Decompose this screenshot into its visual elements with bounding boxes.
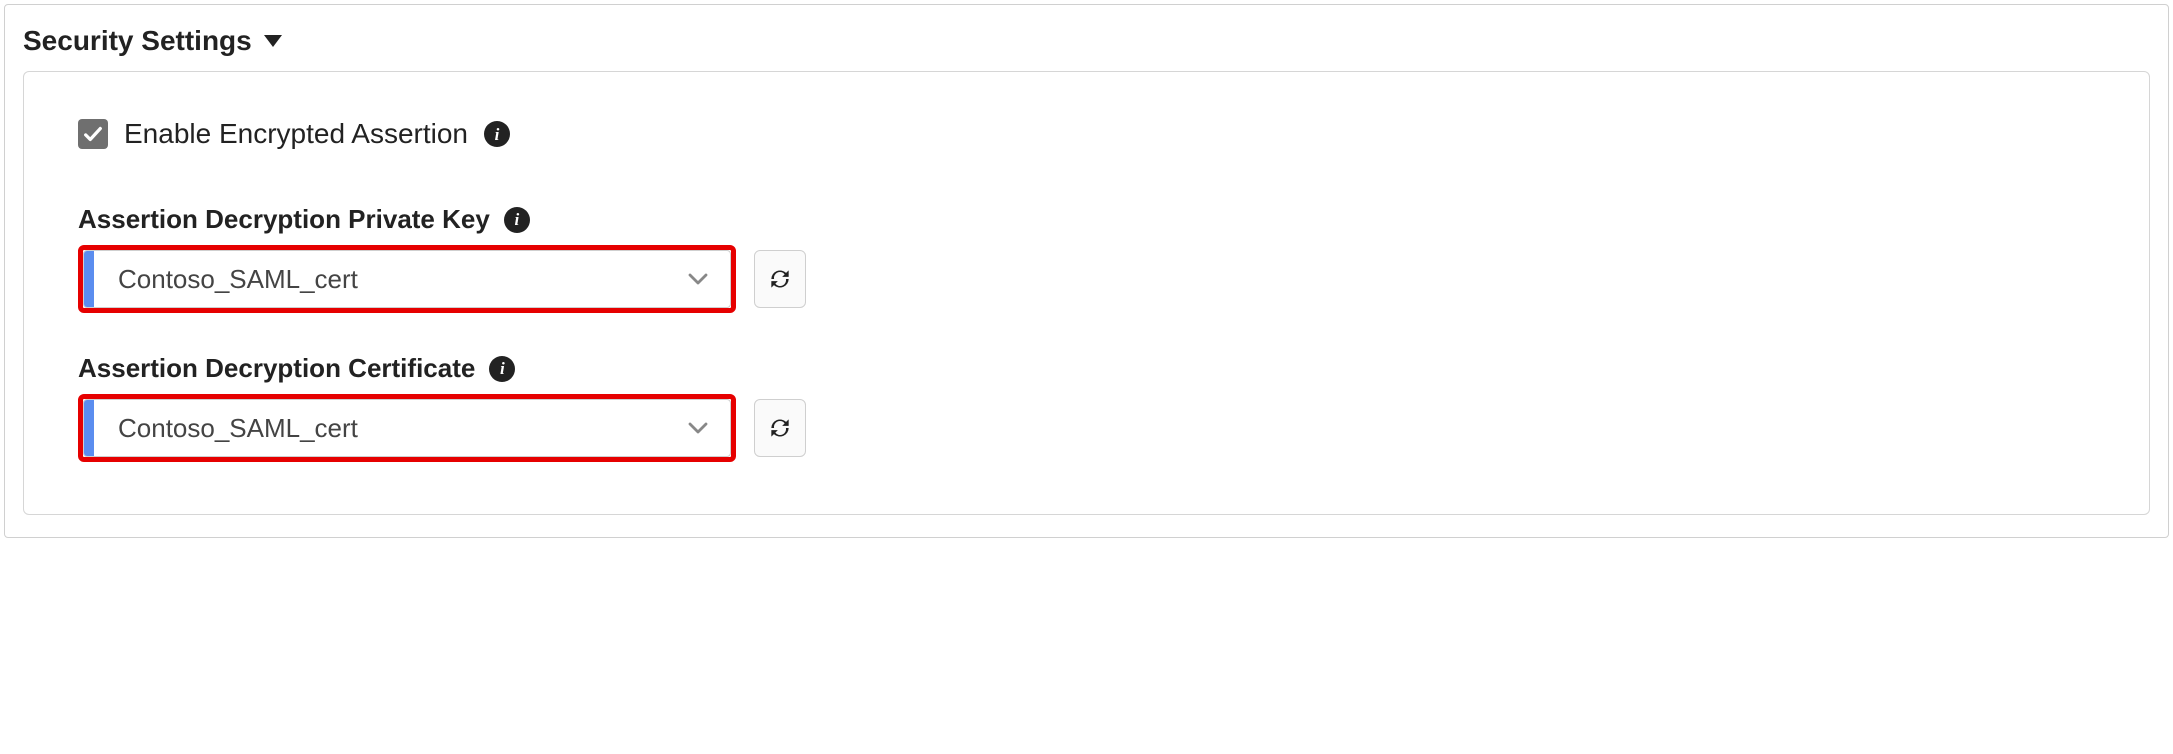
enable-encrypted-assertion-label: Enable Encrypted Assertion [124,118,468,150]
private-key-label-row: Assertion Decryption Private Key [78,204,2095,235]
dropdown-accent [84,251,94,307]
enable-encrypted-assertion-row: Enable Encrypted Assertion [78,118,2095,150]
certificate-field: Assertion Decryption Certificate Contoso… [78,353,2095,462]
private-key-field: Assertion Decryption Private Key Contoso… [78,204,2095,313]
chevron-down-icon [688,421,730,435]
private-key-dropdown[interactable]: Contoso_SAML_cert [83,250,731,308]
refresh-icon [767,415,793,441]
certificate-dropdown[interactable]: Contoso_SAML_cert [83,399,731,457]
certificate-label-row: Assertion Decryption Certificate [78,353,2095,384]
security-settings-panel: Security Settings Enable Encrypted Asser… [4,4,2169,538]
highlight-box: Contoso_SAML_cert [78,245,736,313]
info-icon[interactable] [489,356,515,382]
private-key-refresh-button[interactable] [754,250,806,308]
section-header[interactable]: Security Settings [5,5,2168,71]
certificate-value: Contoso_SAML_cert [94,413,688,444]
highlight-box: Contoso_SAML_cert [78,394,736,462]
section-title: Security Settings [23,25,252,57]
caret-down-icon [264,35,282,47]
private-key-controls: Contoso_SAML_cert [78,245,2095,313]
enable-encrypted-assertion-checkbox[interactable] [78,119,108,149]
certificate-refresh-button[interactable] [754,399,806,457]
settings-body: Enable Encrypted Assertion Assertion Dec… [23,71,2150,515]
private-key-label: Assertion Decryption Private Key [78,204,490,235]
info-icon[interactable] [504,207,530,233]
private-key-value: Contoso_SAML_cert [94,264,688,295]
refresh-icon [767,266,793,292]
certificate-controls: Contoso_SAML_cert [78,394,2095,462]
chevron-down-icon [688,272,730,286]
check-icon [82,123,104,145]
info-icon[interactable] [484,121,510,147]
dropdown-accent [84,400,94,456]
certificate-label: Assertion Decryption Certificate [78,353,475,384]
